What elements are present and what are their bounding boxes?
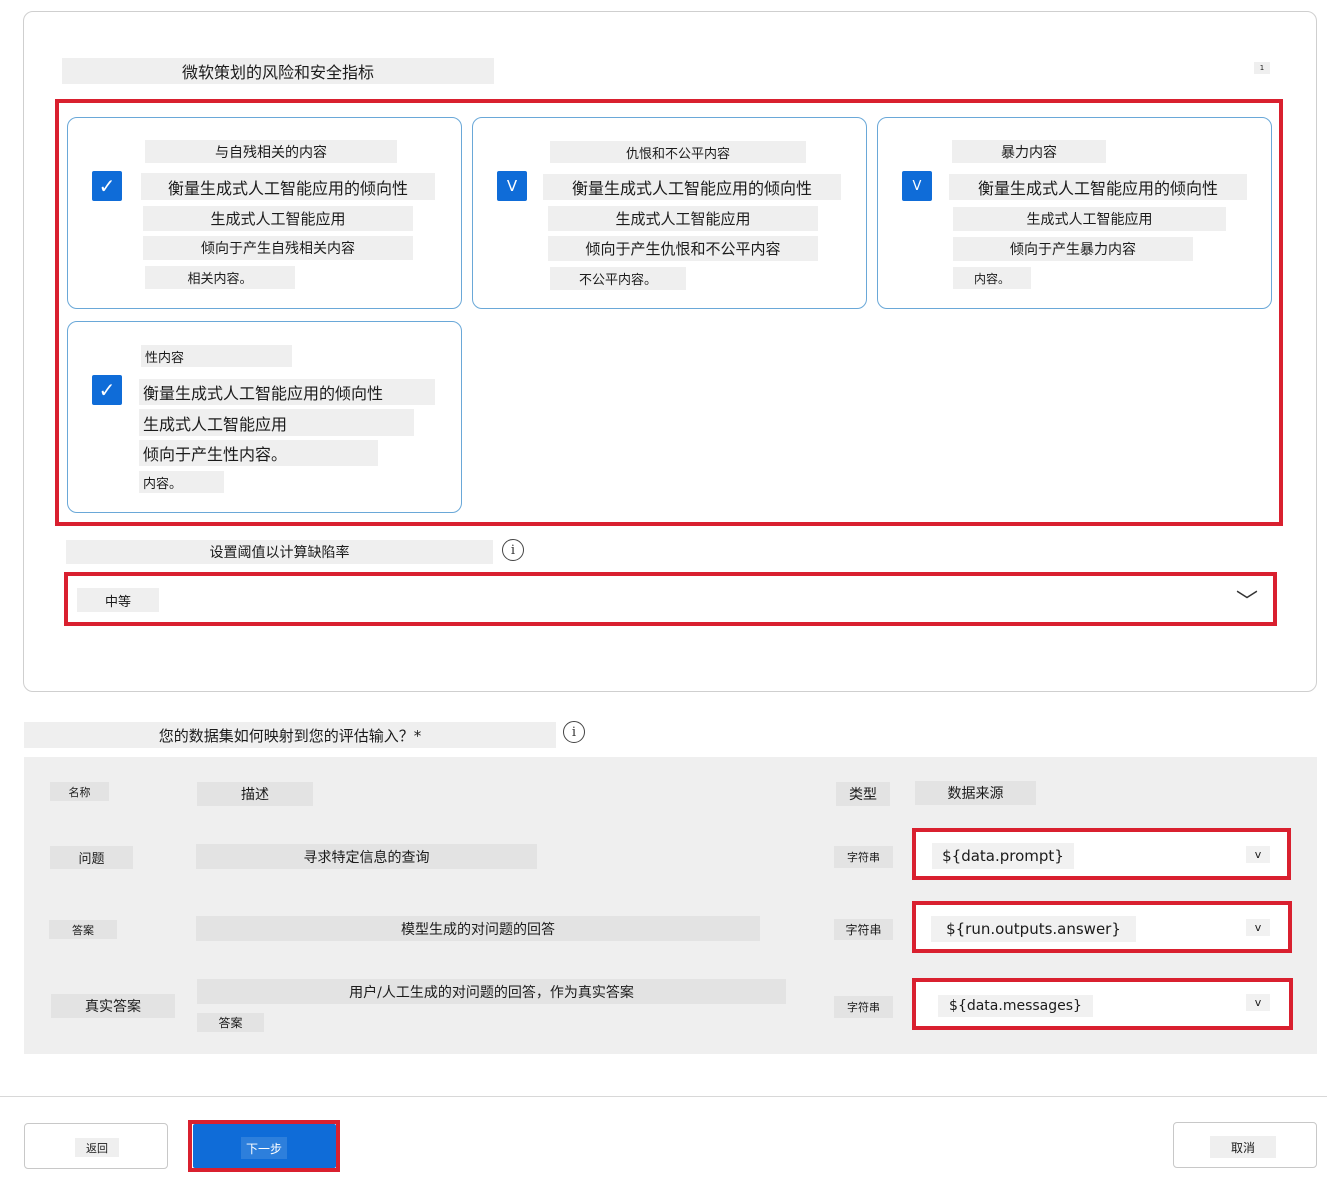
- threshold-select[interactable]: [68, 576, 1273, 622]
- metric-line: 不公平内容。: [550, 267, 686, 290]
- metric-line: 内容。: [139, 471, 224, 493]
- metric-line: 倾向于产生性内容。: [139, 440, 378, 466]
- metric-line: 生成式人工智能应用: [548, 206, 818, 231]
- info-icon[interactable]: i: [563, 721, 585, 743]
- section-badge: 1: [1254, 62, 1270, 74]
- header-type: 类型: [836, 782, 890, 806]
- metric-line: 相关内容。: [145, 266, 295, 289]
- header-name: 名称: [50, 782, 109, 801]
- metric-title: 暴力内容: [952, 140, 1106, 163]
- check-icon[interactable]: ✓: [92, 171, 122, 201]
- check-icon[interactable]: ✓: [92, 375, 122, 405]
- info-icon[interactable]: i: [502, 539, 524, 561]
- header-description: 描述: [197, 782, 313, 806]
- metric-line: 生成式人工智能应用: [953, 207, 1226, 231]
- row-name: 真实答案: [51, 994, 175, 1018]
- row-description: 模型生成的对问题的回答: [196, 916, 760, 941]
- metric-line: 生成式人工智能应用: [139, 409, 414, 436]
- next-button-label: 下一步: [241, 1137, 287, 1159]
- row-type: 字符串: [834, 919, 893, 940]
- checkbox-v-icon[interactable]: V: [497, 171, 527, 201]
- metric-line: 衡量生成式人工智能应用的倾向性: [139, 379, 435, 405]
- row-type: 字符串: [834, 846, 893, 868]
- chevron-down-icon[interactable]: ﹀: [1236, 584, 1258, 616]
- checkbox-v-icon[interactable]: V: [902, 171, 932, 201]
- source-value: ${data.messages}: [938, 995, 1093, 1017]
- footer-divider: [0, 1096, 1327, 1097]
- row-description: 用户/人工生成的对问题的回答，作为真实答案: [197, 979, 786, 1004]
- back-button-label: 返回: [75, 1138, 119, 1157]
- metric-line: 衡量生成式人工智能应用的倾向性: [543, 174, 841, 200]
- section-title: 微软策划的风险和安全指标: [62, 58, 494, 84]
- row-description-extra: 答案: [197, 1013, 264, 1032]
- threshold-label: 设置阈值以计算缺陷率: [66, 540, 493, 564]
- chevron-down-icon[interactable]: v: [1246, 919, 1270, 936]
- metric-line: 倾向于产生暴力内容: [953, 237, 1193, 261]
- metric-title: 与自残相关的内容: [145, 140, 397, 163]
- threshold-value: 中等: [77, 588, 159, 612]
- metric-line: 倾向于产生仇恨和不公平内容: [548, 236, 818, 261]
- chevron-down-icon[interactable]: v: [1246, 994, 1270, 1011]
- metric-line: 生成式人工智能应用: [143, 206, 413, 231]
- header-source: 数据来源: [915, 781, 1036, 805]
- metric-line: 衡量生成式人工智能应用的倾向性: [141, 173, 435, 200]
- row-name: 问题: [50, 846, 133, 869]
- row-type: 字符串: [834, 996, 893, 1018]
- chevron-down-icon[interactable]: v: [1246, 846, 1270, 863]
- metric-line: 倾向于产生自残相关内容: [143, 236, 413, 260]
- row-description: 寻求特定信息的查询: [196, 844, 537, 869]
- metric-line: 内容。: [953, 267, 1031, 289]
- row-name: 答案: [49, 920, 117, 939]
- source-value: ${data.prompt}: [932, 843, 1074, 869]
- metric-title: 仇恨和不公平内容: [550, 141, 806, 163]
- mapping-question: 您的数据集如何映射到您的评估输入？*: [24, 722, 556, 748]
- metric-title: 性内容: [141, 345, 292, 367]
- source-value: ${run.outputs.answer}: [931, 916, 1136, 942]
- cancel-button-label: 取消: [1210, 1136, 1276, 1158]
- metric-line: 衡量生成式人工智能应用的倾向性: [949, 174, 1247, 200]
